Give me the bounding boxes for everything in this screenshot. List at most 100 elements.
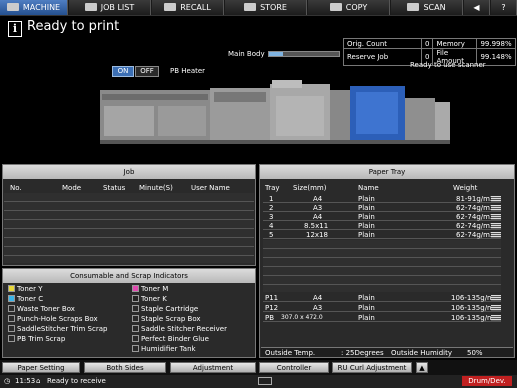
toner-c-icon xyxy=(8,295,15,302)
tray-col-weight: Weight xyxy=(453,184,478,192)
volume-button[interactable]: ◀ xyxy=(464,0,490,15)
tray-empty-rows xyxy=(263,240,501,292)
scan-icon xyxy=(407,3,420,11)
status-bar: ◷ 11:53 ⌂ Ready to receive Drum/Dev. xyxy=(0,375,517,388)
environment-bar: Outside Temp. : 25Degrees Outside Humidi… xyxy=(261,347,513,357)
tray-row[interactable]: P12 A3 Plain 106-135g/m2 xyxy=(263,304,501,312)
tab-scan[interactable]: SCAN xyxy=(391,0,463,15)
drum-dev-alert[interactable]: Drum/Dev. xyxy=(462,376,512,386)
tray-level-icon xyxy=(491,295,501,301)
staple-icon xyxy=(132,305,139,312)
outside-temp-value: : 25Degrees xyxy=(341,349,384,357)
store-icon xyxy=(244,3,257,11)
heater-on-button[interactable]: ON xyxy=(112,66,134,77)
clock-icon: ◷ xyxy=(4,377,11,385)
paper-tray-title: Paper Tray xyxy=(260,165,514,179)
speaker-icon: ◀ xyxy=(473,3,480,12)
tray-row[interactable]: P11 A4 Plain 106-135g/m2 xyxy=(263,294,501,302)
memory-value: 99.998% xyxy=(476,38,516,49)
both-sides-button[interactable]: Both Sides xyxy=(84,362,166,373)
receive-icon: ⌂ xyxy=(36,377,41,385)
tab-store[interactable]: STORE xyxy=(225,0,307,15)
orig-count-label: Orig. Count xyxy=(343,38,422,49)
tray-level-icon xyxy=(491,214,501,220)
waste-toner-icon xyxy=(8,305,15,312)
pb-trim-indicator: PB Trim Scrap xyxy=(8,335,65,344)
tray-row[interactable]: 1 A4 Plain 81-91g/m2 xyxy=(263,195,501,203)
job-col-user: User Name xyxy=(191,184,230,192)
copy-icon xyxy=(329,3,342,11)
status-time: 11:53 xyxy=(15,377,36,385)
machine-icon xyxy=(6,3,19,11)
pb-trim-icon xyxy=(8,335,15,342)
job-panel-title: Job xyxy=(3,165,255,179)
saddle-receiver-icon xyxy=(132,325,139,332)
staple-scrap-indicator: Staple Scrap Box xyxy=(132,315,201,324)
job-list[interactable] xyxy=(4,193,254,263)
humidifier-icon xyxy=(132,345,139,352)
triangle-up-icon: ▲ xyxy=(419,364,425,372)
tray-level-icon xyxy=(491,205,501,211)
status-title: Ready to print xyxy=(27,19,120,34)
toner-m-indicator: Toner M xyxy=(132,285,168,294)
info-icon: i xyxy=(8,21,22,37)
punch-scraps-icon xyxy=(8,315,15,322)
saddle-trim-icon xyxy=(8,325,15,332)
tray-row[interactable]: 3 A4 Plain 62-74g/m2 xyxy=(263,213,501,221)
ru-curl-adjustment-button[interactable]: RU Curl Adjustment xyxy=(332,362,412,373)
saddle-trim-indicator: SaddleStitcher Trim Scrap xyxy=(8,325,107,334)
staple-cartridge-indicator: Staple Cartridge xyxy=(132,305,198,314)
punch-scraps-indicator: Punch-Hole Scraps Box xyxy=(8,315,98,324)
job-col-status: Status xyxy=(103,184,126,192)
toner-y-indicator: Toner Y xyxy=(8,285,43,294)
adjustment-button[interactable]: Adjustment xyxy=(170,362,256,373)
keyboard-icon[interactable] xyxy=(258,377,272,385)
tray-row[interactable]: PB 307.0 x 472.0 Plain 106-135g/m2 xyxy=(263,314,501,322)
tab-recall[interactable]: RECALL xyxy=(152,0,224,15)
waste-toner-indicator: Waste Toner Box xyxy=(8,305,75,314)
job-col-minute: Minute(S) xyxy=(139,184,173,192)
tray-col-name: Name xyxy=(358,184,379,192)
consumables-title: Consumable and Scrap Indicators xyxy=(3,269,255,283)
tray-level-icon xyxy=(491,315,501,321)
toner-k-icon xyxy=(132,295,139,302)
humidifier-indicator: Humidifier Tank xyxy=(132,345,196,354)
toner-k-indicator: Toner K xyxy=(132,295,167,304)
top-tab-bar: MACHINE JOB LIST RECALL STORE COPY SCAN … xyxy=(0,0,517,16)
tray-row[interactable]: 2 A3 Plain 62-74g/m2 xyxy=(263,204,501,212)
tab-machine[interactable]: MACHINE xyxy=(0,0,68,15)
scanner-status: Ready to use scanner xyxy=(410,61,486,69)
tab-job-list[interactable]: JOB LIST xyxy=(69,0,151,15)
orig-count-value: 0 xyxy=(420,38,434,49)
job-list-icon xyxy=(84,3,97,11)
tray-row[interactable]: 4 8.5x11 Plain 62-74g/m2 xyxy=(263,222,501,230)
machine-illustration[interactable] xyxy=(100,80,450,160)
saddle-receiver-indicator: Saddle Stitcher Receiver xyxy=(132,325,227,334)
tray-row[interactable]: 5 12x18 Plain 62-74g/m2 xyxy=(263,231,501,239)
tab-copy[interactable]: COPY xyxy=(308,0,390,15)
main-body-label: Main Body xyxy=(228,50,265,58)
tray-col-size: Size(mm) xyxy=(293,184,327,192)
help-button[interactable]: ? xyxy=(491,0,517,15)
tray-level-icon xyxy=(491,223,501,229)
tray-col-tray: Tray xyxy=(265,184,280,192)
memory-label: Memory xyxy=(432,38,478,49)
controller-button[interactable]: Controller xyxy=(259,362,329,373)
expand-arrow-button[interactable]: ▲ xyxy=(416,362,428,373)
outside-humidity-label: Outside Humidity xyxy=(391,349,452,357)
binder-glue-indicator: Perfect Binder Glue xyxy=(132,335,209,344)
job-col-mode: Mode xyxy=(62,184,82,192)
staple-scrap-icon xyxy=(132,315,139,322)
toner-y-icon xyxy=(8,285,15,292)
paper-setting-button[interactable]: Paper Setting xyxy=(2,362,80,373)
status-message: Ready to receive xyxy=(47,377,106,385)
heater-off-button[interactable]: OFF xyxy=(135,66,159,77)
glue-icon xyxy=(132,335,139,342)
recall-icon xyxy=(164,3,177,11)
outside-temp-label: Outside Temp. xyxy=(265,349,316,357)
outside-humidity-value: 50% xyxy=(467,349,483,357)
tray-level-icon xyxy=(491,196,501,202)
main-body-fill xyxy=(269,52,283,56)
heater-label: PB Heater xyxy=(170,67,206,75)
help-icon: ? xyxy=(501,3,506,12)
